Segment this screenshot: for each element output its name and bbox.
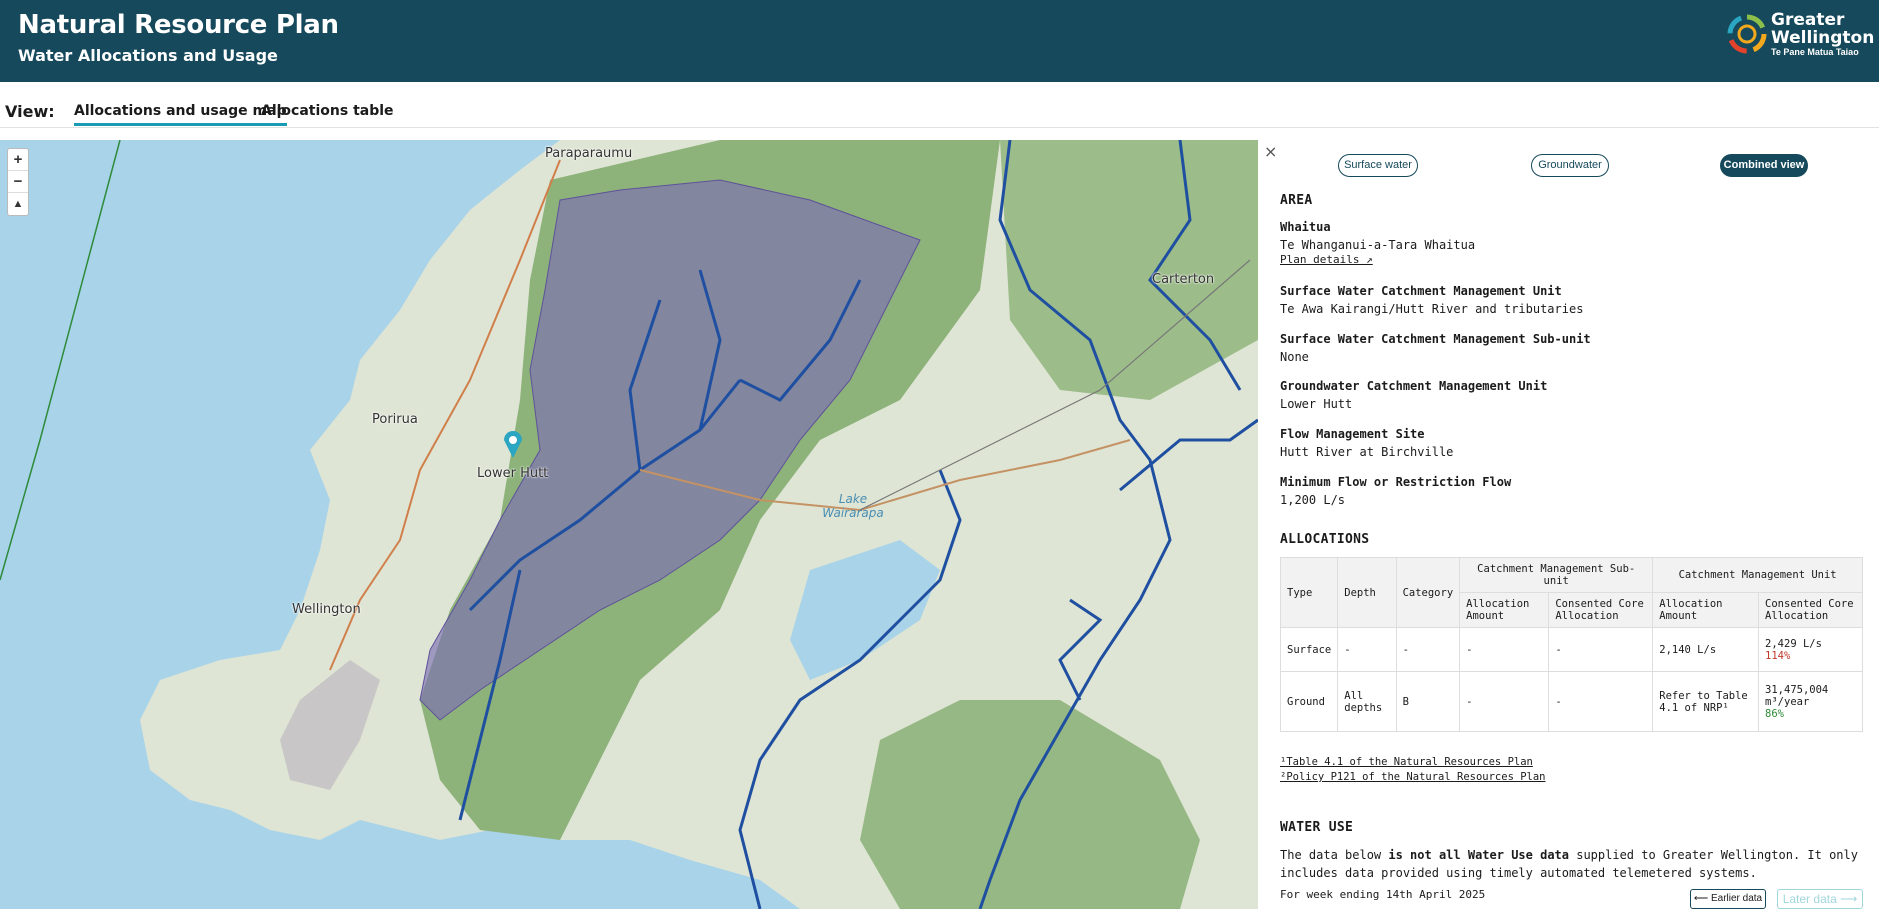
cell-sub-cons: - xyxy=(1548,671,1654,732)
zoom-out-button[interactable]: − xyxy=(8,171,28,193)
table-row: Surface - - - - 2,140 L/s 2,429 L/s 114% xyxy=(1279,627,1863,672)
week-ending-label: For week ending 14th April 2025 xyxy=(1280,888,1486,901)
allocations-table: Type Depth Category Catchment Management… xyxy=(1279,557,1863,732)
cell-category: B xyxy=(1395,671,1461,732)
footnote-link-policy[interactable]: ²Policy P121 of the Natural Resources Pl… xyxy=(1280,771,1546,783)
flow-site-value: Hutt River at Birchville xyxy=(1280,445,1454,459)
tab-allocations-usage-map[interactable]: Allocations and usage map xyxy=(74,103,287,126)
sw-sub-key: Surface Water Catchment Management Sub-u… xyxy=(1280,332,1591,346)
whaitua-field: Whaitua Te Whanganui-a-Tara Whaitua Plan… xyxy=(1280,220,1850,266)
whaitua-value: Te Whanganui-a-Tara Whaitua xyxy=(1280,238,1476,252)
gw-cmu-field: Groundwater Catchment Management Unit Lo… xyxy=(1280,379,1850,411)
map-zoom-controls: + − ▲ xyxy=(7,148,29,216)
cell-unit-cons-pct: 114% xyxy=(1765,649,1791,662)
cell-unit-cons: 2,429 L/s 114% xyxy=(1758,627,1863,672)
earlier-data-button[interactable]: ⟵ Earlier data xyxy=(1690,889,1766,909)
min-flow-field: Minimum Flow or Restriction Flow 1,200 L… xyxy=(1280,475,1850,507)
map-graphic[interactable] xyxy=(0,140,1258,909)
cell-unit-cons-pct: 86% xyxy=(1765,707,1784,720)
sw-cmu-value: Te Awa Kairangi/Hutt River and tributari… xyxy=(1280,302,1584,316)
flow-site-key: Flow Management Site xyxy=(1280,427,1425,441)
cell-sub-alloc: - xyxy=(1459,627,1550,672)
cell-depth: All depths xyxy=(1337,671,1397,732)
sw-sub-value: None xyxy=(1280,350,1309,364)
table-footnotes: ¹Table 4.1 of the Natural Resources Plan… xyxy=(1280,756,1546,786)
place-label-wellington: Wellington xyxy=(292,602,361,617)
allocations-heading: ALLOCATIONS xyxy=(1280,532,1370,547)
col-group-sub-unit: Catchment Management Sub-unit xyxy=(1459,557,1654,593)
cell-unit-cons-value: 2,429 L/s xyxy=(1765,637,1822,650)
col-depth: Depth xyxy=(1337,557,1397,628)
sw-cmu-key: Surface Water Catchment Management Unit xyxy=(1280,284,1562,298)
whaitua-key: Whaitua xyxy=(1280,220,1331,234)
footnote-link-table41[interactable]: ¹Table 4.1 of the Natural Resources Plan xyxy=(1280,756,1546,768)
water-use-text-bold: is not all Water Use data xyxy=(1388,848,1569,862)
cell-unit-alloc: 2,140 L/s xyxy=(1652,627,1760,672)
col-sub-consented: Consented Core Allocation xyxy=(1548,592,1654,628)
col-unit-allocation-amount: Allocation Amount xyxy=(1652,592,1760,628)
plan-details-link[interactable]: Plan details ↗ xyxy=(1280,253,1373,266)
flow-site-field: Flow Management Site Hutt River at Birch… xyxy=(1280,427,1850,459)
cell-type: Ground xyxy=(1279,671,1339,732)
place-label-lower-hutt: Lower Hutt xyxy=(477,466,549,481)
min-flow-value: 1,200 L/s xyxy=(1280,493,1346,507)
surface-water-toggle[interactable]: Surface water xyxy=(1338,154,1418,177)
cell-unit-alloc: Refer to Table 4.1 of NRP¹ xyxy=(1652,671,1760,732)
gw-cmu-key: Groundwater Catchment Management Unit xyxy=(1280,379,1548,393)
compass-reset-button[interactable]: ▲ xyxy=(8,193,28,215)
water-use-heading: WATER USE xyxy=(1280,820,1354,835)
view-label: View: xyxy=(5,102,55,121)
gw-cmu-value: Lower Hutt xyxy=(1280,397,1353,411)
logo-text-line2: Wellington xyxy=(1771,28,1875,48)
view-bar: View: Allocations and usage map Allocati… xyxy=(0,82,1879,128)
cell-unit-cons: 31,475,004 m³/year 86% xyxy=(1758,671,1863,732)
place-label-carterton: Carterton xyxy=(1152,272,1215,287)
place-label-porirua: Porirua xyxy=(372,412,418,427)
cell-category: - xyxy=(1395,627,1461,672)
cell-sub-cons: - xyxy=(1548,627,1654,672)
place-label-paraparaumu: Paraparaumu xyxy=(545,146,633,161)
map-canvas[interactable]: + − ▲ Paraparaumu Carterton Porirua Lowe… xyxy=(0,140,1258,909)
tab-allocations-table[interactable]: Allocations table xyxy=(261,103,394,123)
combined-view-toggle[interactable]: Combined view xyxy=(1720,154,1808,177)
cell-unit-cons-value: 31,475,004 m³/year xyxy=(1765,683,1829,708)
col-sub-allocation-amount: Allocation Amount xyxy=(1459,592,1550,628)
cell-depth: - xyxy=(1337,627,1397,672)
app-header: Natural Resource Plan Water Allocations … xyxy=(0,0,1879,82)
zoom-in-button[interactable]: + xyxy=(8,149,28,171)
groundwater-toggle[interactable]: Groundwater xyxy=(1531,154,1609,177)
place-label-lake-wairarapa: Lake Wairarapa xyxy=(822,492,884,520)
col-unit-consented: Consented Core Allocation xyxy=(1758,592,1863,628)
logo-mark-icon xyxy=(1727,14,1767,54)
min-flow-key: Minimum Flow or Restriction Flow xyxy=(1280,475,1512,489)
logo-text-line1: Greater xyxy=(1771,10,1845,30)
greater-wellington-logo[interactable]: Greater Wellington Te Pane Matua Taiao xyxy=(1727,10,1874,60)
table-row: Ground All depths B - - Refer to Table 4… xyxy=(1279,671,1863,732)
area-heading: AREA xyxy=(1280,193,1313,208)
water-use-text-1: The data below xyxy=(1280,848,1389,862)
sw-cmu-field: Surface Water Catchment Management Unit … xyxy=(1280,284,1850,316)
info-panel: × Surface water Groundwater Combined vie… xyxy=(1258,140,1879,909)
cell-type: Surface xyxy=(1279,627,1339,672)
page-title: Natural Resource Plan xyxy=(18,10,339,40)
col-group-unit: Catchment Management Unit xyxy=(1652,557,1863,593)
water-use-description: The data below is not all Water Use data… xyxy=(1280,846,1870,882)
col-type: Type xyxy=(1279,557,1339,628)
col-category: Category xyxy=(1395,557,1461,628)
cell-sub-alloc: - xyxy=(1459,671,1550,732)
sw-sub-field: Surface Water Catchment Management Sub-u… xyxy=(1280,332,1850,364)
page-subtitle: Water Allocations and Usage xyxy=(18,46,278,65)
close-panel-button[interactable]: × xyxy=(1264,142,1277,161)
logo-text-line3: Te Pane Matua Taiao xyxy=(1771,47,1859,57)
later-data-button[interactable]: Later data ⟶ xyxy=(1777,889,1863,909)
